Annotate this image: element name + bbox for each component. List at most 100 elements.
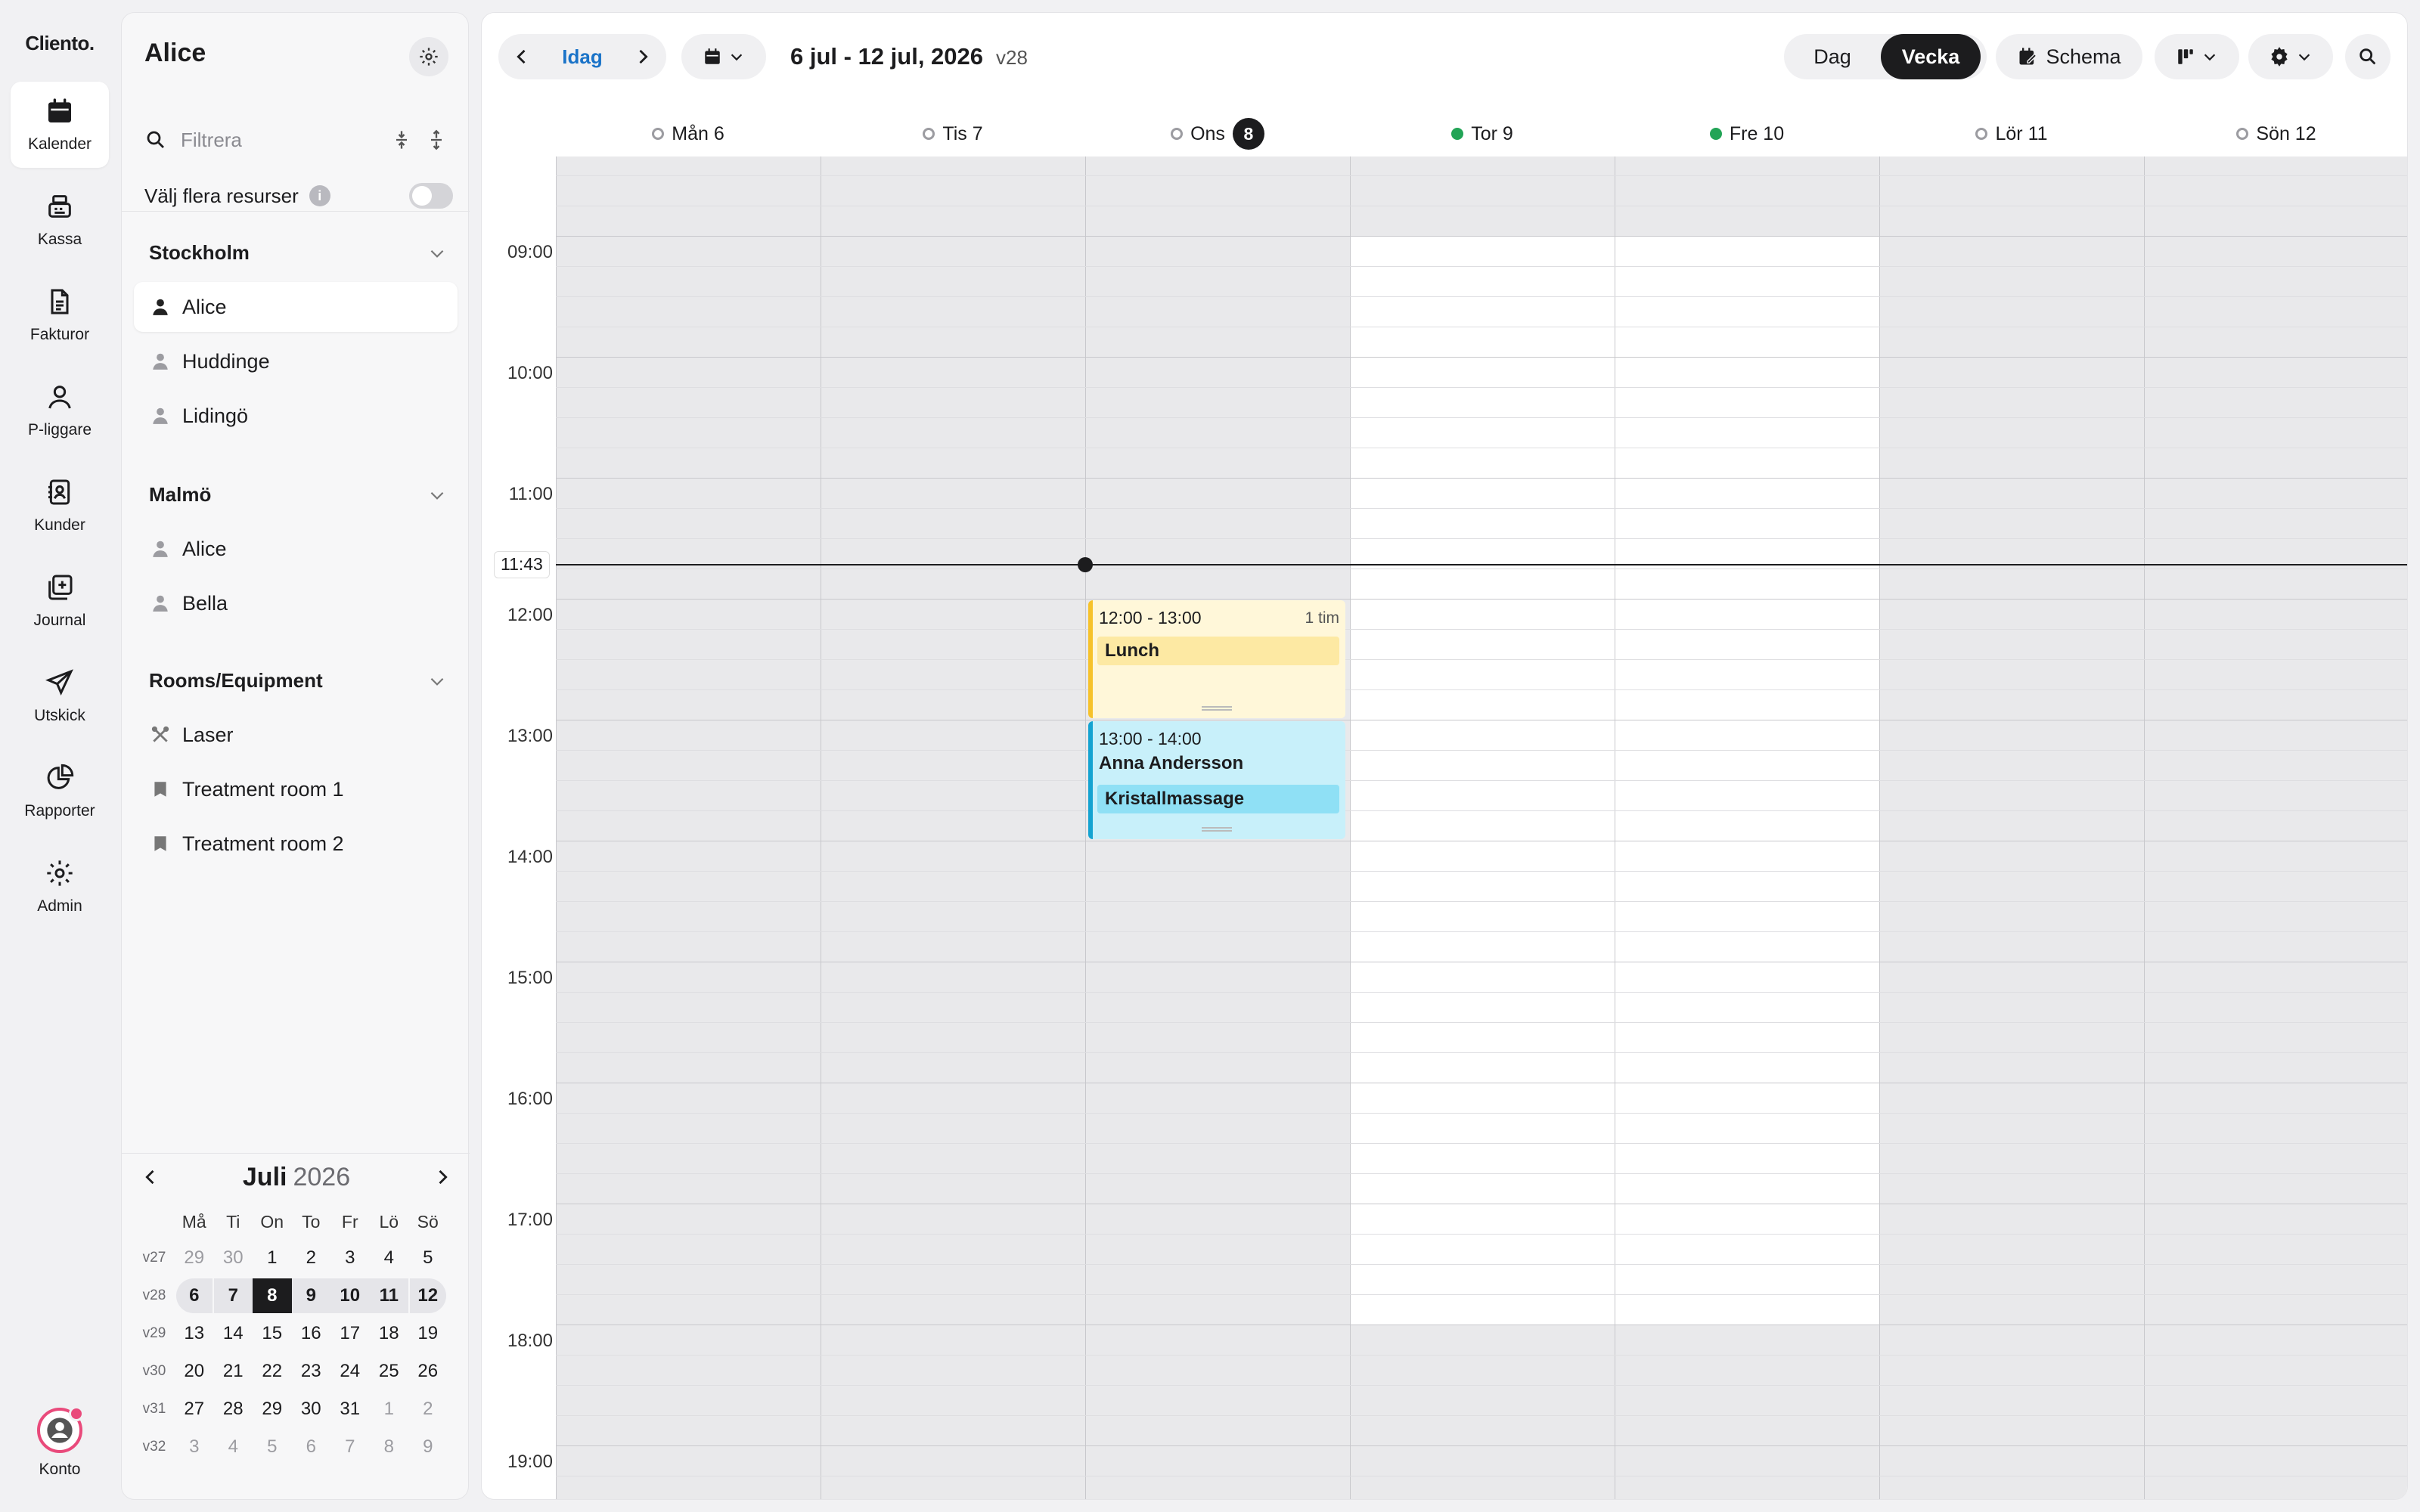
view-week-button[interactable]: Vecka (1881, 34, 1981, 79)
day-column[interactable] (1350, 156, 1615, 1499)
multi-resource-toggle[interactable] (409, 183, 453, 209)
rail-item-utskick[interactable]: Utskick (11, 653, 109, 739)
mini-day[interactable]: 5 (253, 1428, 292, 1466)
mini-day[interactable]: 6 (292, 1428, 331, 1466)
mini-day[interactable]: 20 (175, 1352, 214, 1390)
resource-item-huddinge[interactable]: Huddinge (134, 336, 458, 386)
mini-day[interactable]: 17 (330, 1315, 370, 1352)
rail-item-fakturor[interactable]: Fakturor (11, 272, 109, 358)
group-malmo[interactable]: Malmö (149, 483, 447, 507)
grid-line (556, 1173, 2407, 1174)
rail-item-admin[interactable]: Admin (11, 844, 109, 930)
mini-day[interactable]: 4 (214, 1428, 253, 1466)
mini-day[interactable]: 6 (175, 1277, 214, 1315)
mini-day[interactable]: 31 (330, 1390, 370, 1428)
rail-item-p-liggare[interactable]: P-liggare (11, 367, 109, 454)
day-column[interactable] (1615, 156, 1879, 1499)
mini-day[interactable]: 8 (253, 1277, 292, 1315)
mini-day[interactable]: 27 (175, 1390, 214, 1428)
group-stockholm[interactable]: Stockholm (149, 241, 447, 265)
mini-day[interactable]: 11 (369, 1277, 408, 1315)
mini-day[interactable]: 4 (370, 1239, 409, 1277)
mini-day[interactable]: 23 (292, 1352, 331, 1390)
mini-day[interactable]: 2 (408, 1390, 448, 1428)
resource-item-bella[interactable]: Bella (134, 578, 458, 628)
info-icon[interactable]: i (309, 185, 330, 206)
mini-day[interactable]: 3 (175, 1428, 214, 1466)
rail-item-kunder[interactable]: Kunder (11, 463, 109, 549)
sidebar-settings-button[interactable] (409, 37, 448, 76)
day-column[interactable] (1879, 156, 2144, 1499)
day-column[interactable] (2144, 156, 2407, 1499)
resize-handle[interactable] (1202, 827, 1232, 832)
today-button[interactable]: Idag (545, 34, 619, 79)
week-number[interactable]: v27 (134, 1239, 175, 1277)
mini-day[interactable]: 7 (213, 1277, 253, 1315)
view-day-button[interactable]: Dag (1784, 34, 1881, 79)
account-button[interactable]: Konto (0, 1406, 119, 1479)
mini-day[interactable]: 24 (330, 1352, 370, 1390)
resource-item-treatment-room-2[interactable]: Treatment room 2 (134, 819, 458, 869)
rail-item-journal[interactable]: Journal (11, 558, 109, 644)
booking-event[interactable]: 13:00 - 14:00 Anna Andersson Kristallmassa… (1088, 721, 1345, 839)
mini-day[interactable]: 7 (330, 1428, 370, 1466)
mini-day[interactable]: 1 (370, 1390, 409, 1428)
mini-day[interactable]: 28 (214, 1390, 253, 1428)
resource-item-laser[interactable]: Laser (134, 710, 458, 760)
mini-day[interactable]: 30 (292, 1390, 331, 1428)
group-rooms-equipment[interactable]: Rooms/Equipment (149, 669, 447, 692)
mini-day[interactable]: 3 (330, 1239, 370, 1277)
layout-menu-button[interactable] (2155, 34, 2239, 79)
resize-handle[interactable] (1202, 706, 1232, 711)
mini-day[interactable]: 14 (214, 1315, 253, 1352)
tools-icon (151, 726, 169, 742)
booking-event[interactable]: 12:00 - 13:00 1 tim Lunch (1088, 600, 1345, 718)
expand-all-icon[interactable] (426, 129, 447, 150)
week-number[interactable]: v29 (134, 1315, 175, 1352)
resource-item-alice-stockholm[interactable]: Alice (134, 282, 458, 332)
week-number[interactable]: v30 (134, 1352, 175, 1390)
day-column[interactable] (556, 156, 821, 1499)
mini-day[interactable]: 18 (370, 1315, 409, 1352)
mini-day[interactable]: 29 (175, 1239, 214, 1277)
week-number[interactable]: v32 (134, 1428, 175, 1466)
mini-day[interactable]: 25 (370, 1352, 409, 1390)
mini-day[interactable]: 1 (253, 1239, 292, 1277)
search-button[interactable] (2345, 34, 2391, 79)
mini-day[interactable]: 26 (408, 1352, 448, 1390)
date-picker-button[interactable] (681, 34, 766, 79)
week-number[interactable]: v28 (134, 1277, 175, 1315)
mini-day[interactable]: 8 (370, 1428, 409, 1466)
day-column[interactable] (821, 156, 1085, 1499)
chevron-right-icon[interactable] (432, 1167, 453, 1188)
collapse-all-icon[interactable] (391, 129, 412, 150)
mini-day[interactable]: 19 (408, 1315, 448, 1352)
mini-day[interactable]: 13 (175, 1315, 214, 1352)
day-label: Fre 10 (1729, 122, 1785, 144)
resource-item-treatment-room-1[interactable]: Treatment room 1 (134, 764, 458, 814)
mini-day[interactable]: 2 (292, 1239, 331, 1277)
filter-input[interactable]: Filtrera (181, 129, 242, 152)
chevron-left-icon[interactable] (140, 1167, 161, 1188)
mini-day[interactable]: 30 (214, 1239, 253, 1277)
resource-item-alice-malmo[interactable]: Alice (134, 524, 458, 574)
mini-day[interactable]: 9 (291, 1277, 330, 1315)
next-week-button[interactable] (619, 34, 666, 79)
mini-day[interactable]: 29 (253, 1390, 292, 1428)
week-number[interactable]: v31 (134, 1390, 175, 1428)
rail-item-rapporter[interactable]: Rapporter (11, 748, 109, 835)
mini-day[interactable]: 21 (214, 1352, 253, 1390)
settings-menu-button[interactable] (2248, 34, 2333, 79)
prev-week-button[interactable] (498, 34, 545, 79)
resource-item-lidingo[interactable]: Lidingö (134, 391, 458, 441)
rail-item-kassa[interactable]: Kassa (11, 177, 109, 263)
mini-day[interactable]: 16 (292, 1315, 331, 1352)
mini-day[interactable]: 10 (330, 1277, 370, 1315)
mini-day[interactable]: 15 (253, 1315, 292, 1352)
rail-item-kalender[interactable]: Kalender (11, 82, 109, 168)
mini-day[interactable]: 12 (408, 1277, 448, 1315)
schedule-button[interactable]: Schema (1996, 34, 2142, 79)
mini-day[interactable]: 22 (253, 1352, 292, 1390)
mini-day[interactable]: 9 (408, 1428, 448, 1466)
mini-day[interactable]: 5 (408, 1239, 448, 1277)
